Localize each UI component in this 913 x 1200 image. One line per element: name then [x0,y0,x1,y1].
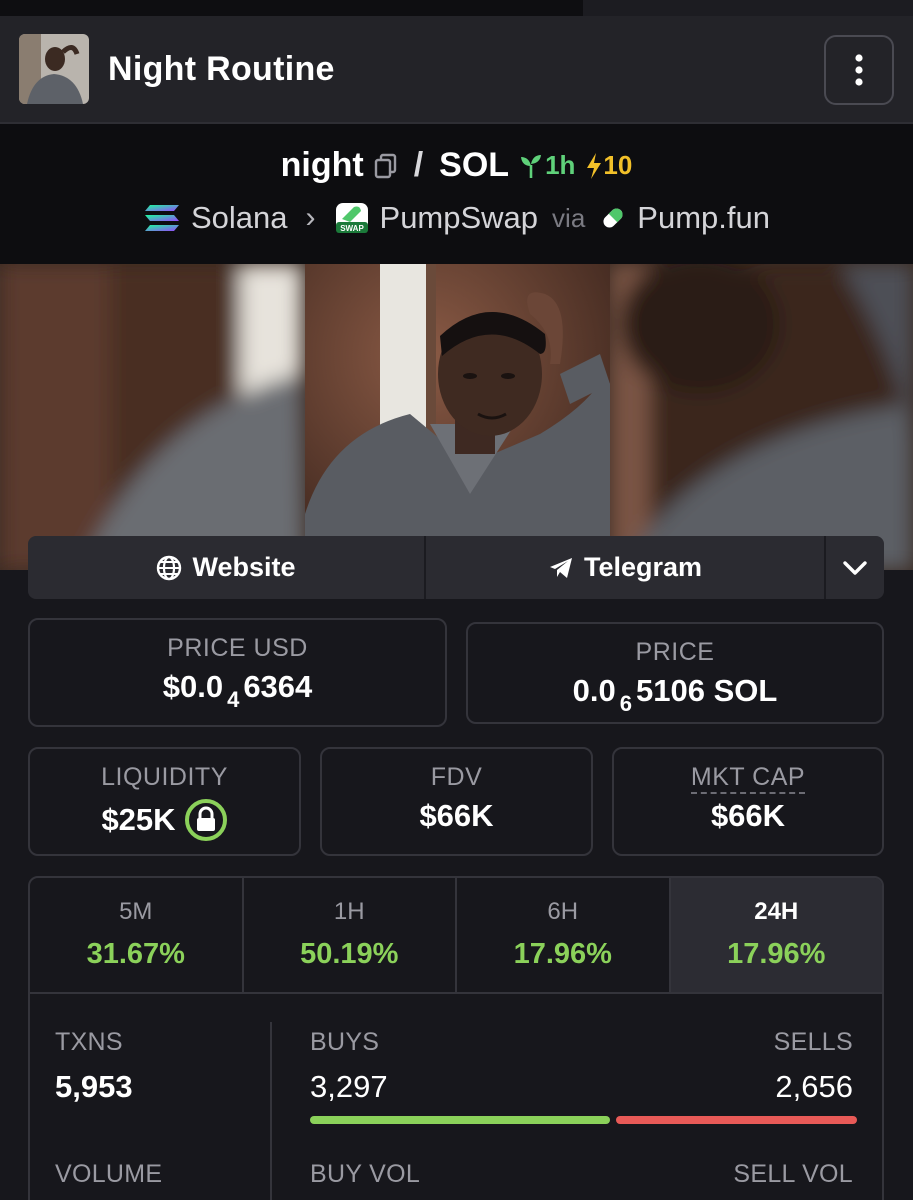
tab-1h-change: 50.19% [300,938,399,970]
pair-info: night / SOL 1h 10 Solana › SWAP PumpSwap… [0,124,913,264]
dex-name[interactable]: PumpSwap [380,200,539,236]
price-native-zero-count: 6 [619,691,633,716]
liquidity-value-row: $25K [30,798,299,842]
telegram-icon [549,557,572,578]
browser-tab[interactable] [583,0,913,16]
market-cap-label-text: MKT CAP [690,763,806,794]
telegram-button[interactable]: Telegram [426,536,826,599]
price-usd-card: PRICE USD $0.0 4 6364 [28,618,447,727]
solana-icon [144,205,179,231]
chevron-down-icon [843,560,867,575]
pair-separator: / [413,146,424,184]
buys-label: BUYS [310,1028,380,1056]
sells-label: SELLS [773,1028,853,1056]
price-usd-zero-count: 4 [227,687,240,712]
more-options-button[interactable] [824,35,894,105]
buys-value: 3,297 [310,1069,388,1104]
lock-icon[interactable] [184,798,228,842]
page-title: Night Routine [108,50,335,88]
price-usd-digits: 6364 [243,669,313,704]
token-avatar [19,34,89,104]
tab-24h-change: 17.96% [727,938,826,970]
fdv-label: FDV [430,763,483,791]
pumpswap-icon: SWAP [335,203,368,233]
telegram-label: Telegram [583,552,703,582]
pair-age-value: 1h [545,150,576,180]
sell-volume-label: SELL VOL [733,1160,853,1188]
browser-top-strip [0,0,913,16]
tab-1h-label: 1H [333,898,365,925]
transaction-stats: TXNS 5,953 BUYS 3,297 SELLS 2,656 VOLUME… [28,994,884,1200]
launchpad-name[interactable]: Pump.fun [637,200,770,236]
txns-value: 5,953 [55,1069,133,1104]
market-cap-value: $66K [710,798,786,833]
social-links-bar: Website Telegram [28,536,884,599]
chain-name[interactable]: Solana [191,200,288,236]
website-button[interactable]: Website [28,536,426,599]
price-usd-label: PRICE USD [167,634,308,662]
volume-label: VOLUME [55,1160,163,1188]
pair-age: 1h [519,150,575,181]
price-native-value: 0.0 6 5106 SOL [468,673,882,716]
globe-icon [157,555,182,580]
sells-ratio-bar [616,1116,857,1124]
chevron-right-icon: › [305,201,316,234]
market-cap-label[interactable]: MKT CAP [614,763,882,794]
kebab-menu-icon [855,54,863,86]
sprout-icon [521,154,542,178]
tab-24h-label: 24H [754,898,799,925]
more-links-button[interactable] [826,536,884,599]
via-label: via [552,202,586,233]
fdv-value: $66K [419,798,494,833]
stats-divider [270,1022,272,1200]
tab-6h-label: 6H [547,898,579,925]
tab-6h[interactable]: 6H 17.96% [457,878,671,992]
copy-icon[interactable] [374,153,398,179]
token-banner-image [0,264,913,570]
boost-count[interactable]: 10 [585,150,632,181]
price-change-tabs: 5M 31.67% 1H 50.19% 6H 17.96% 24H 17.96% [28,876,884,994]
sells-value: 2,656 [775,1069,853,1104]
txns-label: TXNS [55,1028,123,1056]
buys-ratio-bar [310,1116,610,1124]
liquidity-value: $25K [101,802,176,837]
price-native-card: PRICE 0.0 6 5106 SOL [466,622,884,724]
liquidity-label: LIQUIDITY [101,763,228,791]
price-native-digits: 5106 SOL [636,673,778,708]
price-usd-prefix: $0.0 [162,669,224,704]
token-header: Night Routine [0,16,913,124]
price-native-prefix: 0.0 [572,673,616,708]
lightning-icon [587,152,602,179]
tab-6h-change: 17.96% [513,938,612,970]
tab-24h[interactable]: 24H 17.96% [670,878,882,992]
price-native-label: PRICE [635,638,715,666]
price-usd-value: $0.0 4 6364 [30,669,445,712]
tab-5m-label: 5M [119,898,153,925]
website-label: Website [192,552,296,582]
market-cap-card: MKT CAP $66K [612,747,884,856]
tab-1h[interactable]: 1H 50.19% [244,878,457,992]
base-symbol: night [280,146,364,184]
liquidity-card: LIQUIDITY $25K [28,747,301,856]
dex-badge-label: SWAP [340,224,364,233]
tab-5m-change: 31.67% [86,938,185,970]
boost-value: 10 [603,150,633,180]
fdv-card: FDV $66K [320,747,593,856]
quote-symbol: SOL [439,146,510,184]
pill-icon [603,208,623,228]
tab-5m[interactable]: 5M 31.67% [30,878,244,992]
buy-volume-label: BUY VOL [310,1160,421,1188]
